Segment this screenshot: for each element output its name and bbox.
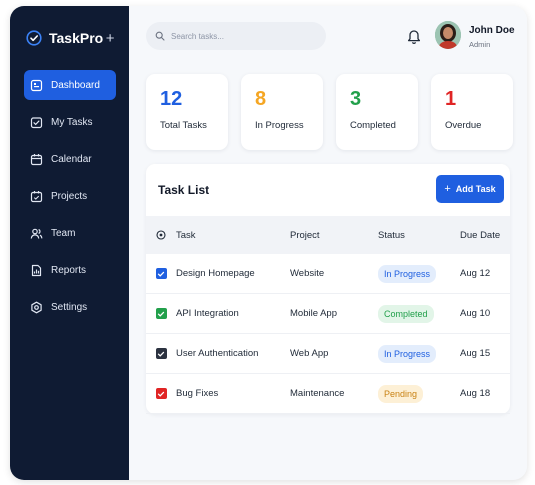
table-row[interactable]: Design Homepage Website In Progress Aug 12 [146,254,510,294]
sidebar-item-label: Dashboard [51,79,100,91]
dashboard-icon [30,79,43,92]
task-name: User Authentication [176,348,259,359]
task-name: Design Homepage [176,268,255,279]
sidebar-nav: Dashboard My Tasks Calendar Projects Tea… [10,70,129,322]
task-project: Mobile App [290,308,338,319]
reports-icon [30,264,43,277]
stat-card-overdue: 1 Overdue [431,74,513,150]
stat-label: Completed [350,120,396,131]
stat-card-total: 12 Total Tasks [146,74,228,150]
search-box[interactable] [146,22,326,50]
sidebar-item-label: My Tasks [51,116,93,128]
status-badge: Completed [378,304,434,323]
task-project: Website [290,268,325,279]
tasks-icon [30,116,43,129]
row-checkbox-cell [146,308,176,319]
sidebar-item-reports[interactable]: Reports [24,255,116,285]
column-header-project[interactable]: Project [290,230,378,241]
stat-value: 12 [160,88,183,110]
main-content: John Doe Admin 12 Total Tasks 8 In Progr… [129,6,527,480]
sidebar-item-label: Projects [51,190,88,202]
stat-card-in-progress: 8 In Progress [241,74,323,150]
stat-label: Overdue [445,120,482,131]
task-name: Bug Fixes [176,388,219,399]
add-icon[interactable]: + [103,30,117,47]
avatar[interactable] [435,21,461,49]
status-badge: Pending [378,384,424,403]
sidebar-item-team[interactable]: Team [24,218,116,248]
task-name: API Integration [176,308,239,319]
sidebar-item-dashboard[interactable]: Dashboard [24,70,116,100]
sidebar-item-settings[interactable]: Settings [24,292,116,322]
sidebar-item-label: Calendar [51,153,92,165]
row-checkbox-cell [146,348,176,359]
status-cell: Completed [378,304,460,323]
task-due-date: Aug 18 [460,388,491,399]
status-badge: In Progress [378,264,437,283]
stat-value: 3 [350,88,362,110]
task-due-date: Aug 15 [460,348,491,359]
bell-icon[interactable] [407,29,421,45]
stat-value: 8 [255,88,267,110]
task-due-date: Aug 10 [460,308,491,319]
task-list-card: Task List + Add Task Task Project Status… [146,164,510,414]
projects-icon [30,190,43,203]
row-checkbox[interactable] [155,268,167,279]
select-all-icon[interactable] [146,230,176,240]
calendar-icon [30,153,43,166]
column-header-task[interactable]: Task [176,230,290,241]
status-badge: In Progress [378,344,437,363]
sidebar-item-label: Reports [51,264,87,276]
settings-icon [30,301,43,314]
table-header: Task Project Status Due Date [146,216,510,254]
stats-row: 12 Total Tasks 8 In Progress 3 Completed… [146,74,513,150]
stat-value: 1 [445,88,457,110]
sidebar-item-calendar[interactable]: Calendar [24,144,116,174]
status-cell: In Progress [378,344,460,363]
app-name: TaskPro [49,30,104,46]
user-role: Admin [469,40,491,49]
search-icon [155,31,165,41]
team-icon [30,227,43,240]
task-project: Web App [290,348,329,359]
table-row[interactable]: User Authentication Web App In Progress Aug… [146,334,510,374]
topbar: John Doe Admin [129,6,527,68]
sidebar-item-label: Team [51,227,76,239]
plus-icon: + [444,183,451,195]
sidebar-item-projects[interactable]: Projects [24,181,116,211]
row-checkbox[interactable] [155,348,167,359]
row-checkbox[interactable] [155,388,167,399]
stat-label: Total Tasks [160,120,207,131]
sidebar-item-label: Settings [51,301,88,313]
add-task-button[interactable]: + Add Task [436,175,504,203]
check-circle-logo-icon [26,30,42,46]
app-window: TaskPro + Dashboard My Tasks Calendar Pr… [10,6,527,480]
status-cell: Pending [378,384,460,403]
status-cell: In Progress [378,264,460,283]
user-name: John Doe [469,25,515,36]
sidebar: TaskPro + Dashboard My Tasks Calendar Pr… [10,6,129,480]
sidebar-item-my-tasks[interactable]: My Tasks [24,107,116,137]
task-due-date: Aug 12 [460,268,491,279]
row-checkbox[interactable] [155,308,167,319]
table-row[interactable]: Bug Fixes Maintenance Pending Aug 18 [146,374,510,414]
search-input[interactable] [171,31,311,41]
column-header-status[interactable]: Status [378,230,460,241]
column-header-due-date[interactable]: Due Date [460,230,510,241]
task-list-title: Task List [158,183,210,197]
row-checkbox-cell [146,268,176,279]
table-row[interactable]: API Integration Mobile App Completed Aug 10 [146,294,510,334]
row-checkbox-cell [146,388,176,399]
stat-label: In Progress [255,120,304,131]
task-project: Maintenance [290,388,345,399]
brand: TaskPro + [10,26,129,50]
add-task-label: Add Task [455,184,496,194]
stat-card-completed: 3 Completed [336,74,418,150]
